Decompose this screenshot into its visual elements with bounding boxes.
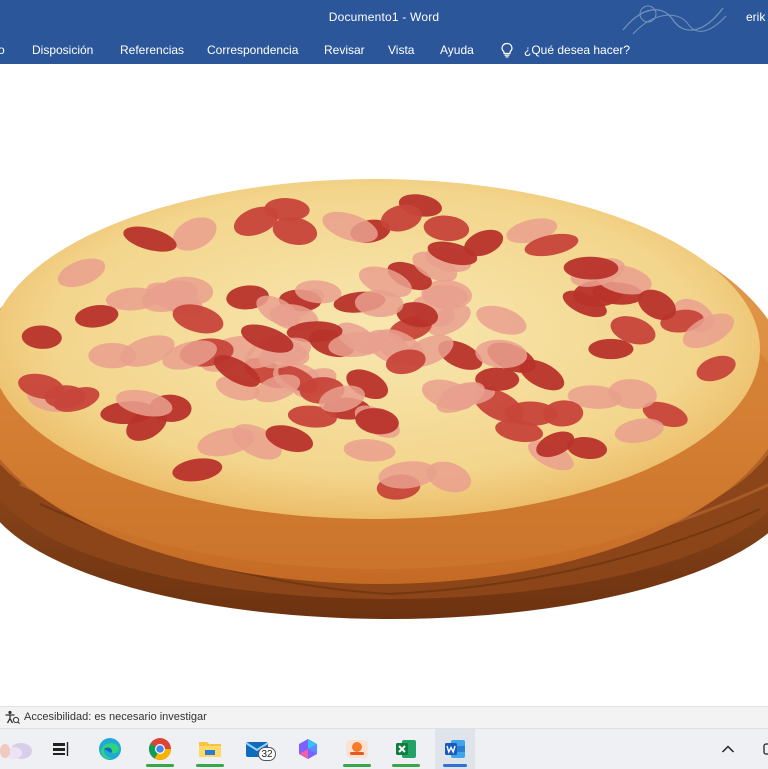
photos-app-icon (346, 740, 368, 758)
tab-referencias[interactable]: Referencias (120, 43, 184, 57)
taskbar-photos[interactable] (337, 729, 377, 769)
accessibility-icon (5, 710, 20, 724)
tab-partial[interactable]: o (0, 43, 5, 57)
accessibility-label: Accesibilidad: es necesario investigar (24, 711, 207, 723)
pepperoni-slice (588, 338, 634, 360)
document-title: Documento1 - Word (328, 10, 440, 24)
chrome-icon (149, 738, 171, 760)
taskbar-tray-meet[interactable] (748, 729, 768, 769)
accessibility-status[interactable]: Accesibilidad: es necesario investigar (4, 710, 207, 724)
copilot-icon (299, 739, 317, 759)
taskbar-edge[interactable] (90, 729, 130, 769)
tab-correspondencia[interactable]: Correspondencia (207, 43, 298, 57)
word-active-indicator (443, 764, 467, 767)
excel-running-indicator (392, 764, 420, 767)
camera-icon (763, 743, 768, 755)
explorer-running-indicator (196, 764, 224, 767)
taskbar-widgets[interactable] (0, 729, 36, 769)
taskbar-task-view[interactable] (40, 729, 80, 769)
tab-ayuda[interactable]: Ayuda (440, 43, 474, 57)
weather-cloud-icon (0, 743, 32, 759)
taskbar-word[interactable] (435, 729, 475, 769)
document-canvas[interactable] (0, 64, 768, 706)
taskbar-copilot[interactable] (288, 729, 328, 769)
status-bar: Accesibilidad: es necesario investigar (0, 706, 768, 729)
word-icon (445, 740, 465, 758)
taskbar-excel[interactable] (386, 729, 426, 769)
task-view-icon (53, 742, 69, 756)
chevron-up-icon (721, 745, 735, 753)
mail-unread-badge: 32 (258, 747, 276, 761)
photos-running-indicator (343, 764, 371, 767)
edge-icon (99, 738, 121, 760)
pizza-image[interactable] (0, 64, 768, 706)
tab-vista[interactable]: Vista (388, 43, 414, 57)
lightbulb-icon (501, 42, 513, 58)
chrome-running-indicator (146, 764, 174, 767)
taskbar-mail[interactable]: 32 (238, 729, 278, 769)
tell-me-box[interactable]: ¿Qué desea hacer? (500, 40, 630, 60)
tab-revisar[interactable]: Revisar (324, 43, 365, 57)
tell-me-label: ¿Qué desea hacer? (524, 43, 631, 57)
taskbar-chrome[interactable] (140, 729, 180, 769)
excel-icon (396, 740, 416, 758)
taskbar: 32 (0, 728, 768, 769)
show-hidden-icons-button[interactable] (708, 729, 748, 769)
user-name[interactable]: erik (746, 10, 768, 24)
ribbon-tabs: o Disposición Referencias Correspondenci… (0, 36, 768, 64)
tab-disposicion[interactable]: Disposición (32, 43, 93, 57)
taskbar-file-explorer[interactable] (190, 729, 230, 769)
title-bar: Documento1 - Word erik (0, 0, 768, 36)
folder-icon (199, 742, 221, 757)
